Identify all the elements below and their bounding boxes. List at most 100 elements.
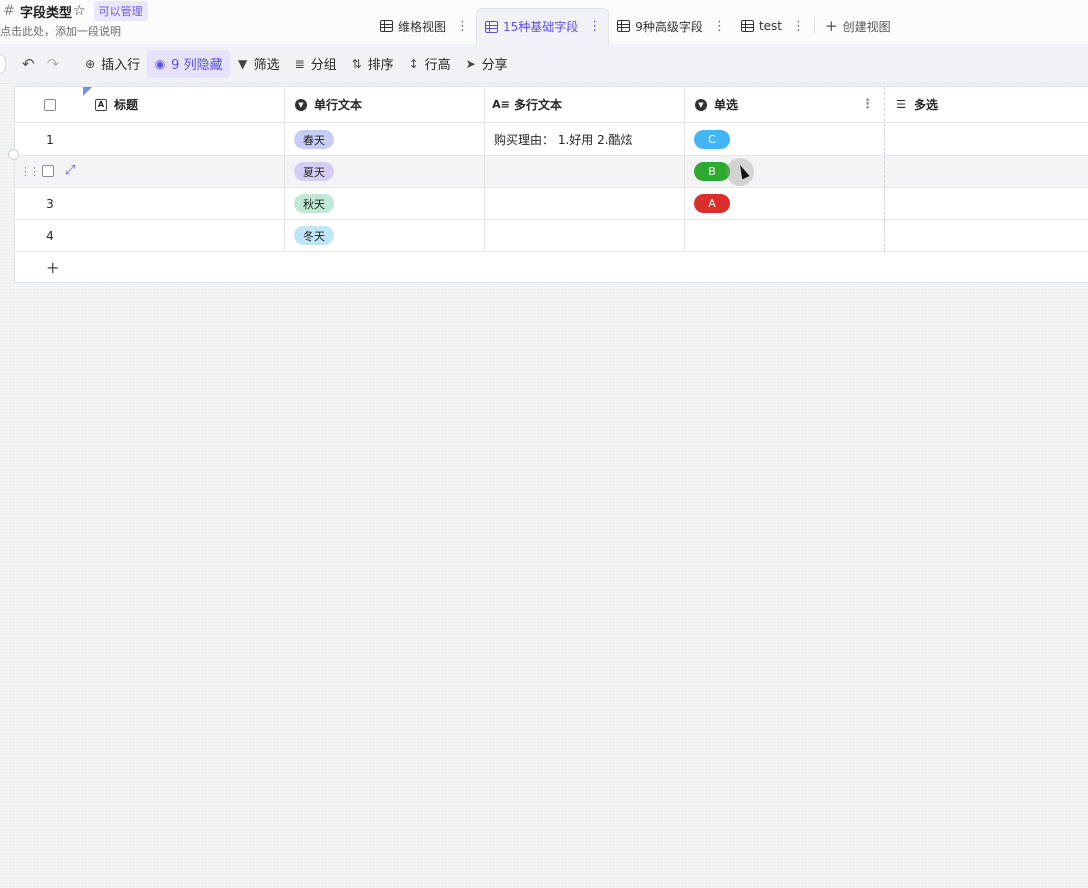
group-icon: ≣ bbox=[294, 56, 305, 71]
single-text-cell[interactable]: 春天 bbox=[285, 124, 485, 155]
tab-divider bbox=[813, 17, 815, 33]
row-height-label: 行高 bbox=[424, 58, 451, 73]
column-header-label: 单选 bbox=[714, 98, 739, 112]
title-cell[interactable] bbox=[85, 220, 285, 251]
tab-label: 15种基础字段 bbox=[503, 20, 579, 34]
filter-button[interactable]: ▼ 筛选 bbox=[230, 50, 287, 78]
table-row[interactable]: 1 春天 购买理由： 1.好用 2.酷炫 C bbox=[15, 124, 1088, 156]
tab-advanced-fields[interactable]: 9种高级字段 ⋮ bbox=[609, 8, 733, 44]
row-number: 3 bbox=[46, 196, 54, 211]
multi-select-cell[interactable] bbox=[885, 220, 1088, 251]
single-text-icon: ▼ bbox=[295, 98, 307, 111]
select-all-checkbox[interactable] bbox=[44, 98, 56, 111]
eye-icon: ◉ bbox=[154, 56, 166, 71]
column-header-single-text[interactable]: ▼ 单行文本 bbox=[285, 87, 485, 122]
multi-text-cell[interactable]: 购买理由： 1.好用 2.酷炫 bbox=[485, 124, 685, 155]
add-row-button[interactable]: + bbox=[15, 251, 1088, 283]
more-vertical-icon[interactable]: ⋮ bbox=[792, 19, 805, 34]
column-header-single-select[interactable]: ▼ 单选 ⋮ bbox=[685, 87, 885, 122]
single-text-cell[interactable]: 冬天 bbox=[285, 220, 485, 251]
column-header-multi-text[interactable]: A≡ 多行文本 bbox=[485, 87, 685, 122]
column-header-label: 标题 bbox=[114, 98, 139, 112]
datasheet-hash-icon: # bbox=[3, 3, 15, 19]
table-row[interactable]: 3 秋天 A bbox=[15, 188, 1088, 220]
title-cell[interactable] bbox=[85, 124, 285, 155]
single-select-cell[interactable] bbox=[685, 220, 885, 251]
single-text-cell[interactable]: 秋天 bbox=[285, 188, 485, 219]
insert-row-label: 插入行 bbox=[101, 58, 141, 73]
more-vertical-icon[interactable]: ⋮ bbox=[588, 19, 601, 34]
hidden-columns-button[interactable]: ◉ 9 列隐藏 bbox=[147, 49, 230, 78]
redo-button[interactable]: ↷ bbox=[41, 50, 66, 78]
undo-button[interactable]: ↶ bbox=[16, 50, 41, 78]
tab-test[interactable]: test ⋮ bbox=[733, 8, 812, 44]
multi-select-cell[interactable] bbox=[885, 124, 1088, 155]
expand-record-icon[interactable]: ⤢ bbox=[65, 163, 75, 178]
row-height-button[interactable]: ↕ 行高 bbox=[401, 50, 458, 78]
row-number: 1 bbox=[46, 132, 54, 147]
single-select-icon: ▼ bbox=[695, 98, 707, 111]
row-insert-handle[interactable] bbox=[8, 149, 19, 160]
star-icon[interactable]: ☆ bbox=[73, 3, 86, 19]
tab-label: 维格视图 bbox=[398, 19, 447, 34]
redo-icon: ↷ bbox=[46, 54, 60, 73]
sidebar-toggle-handle[interactable] bbox=[0, 54, 6, 74]
header-row: A 标题 ▼ 单行文本 A≡ 多行文本 ▼ 单选 ⋮ ☰ 多选 bbox=[15, 87, 1088, 123]
column-header-label: 单行文本 bbox=[314, 98, 363, 112]
tab-label: 9种高级字段 bbox=[635, 19, 703, 34]
create-view-label: 创建视图 bbox=[842, 19, 891, 34]
multiline-text-icon: A≡ bbox=[492, 98, 510, 111]
permission-badge: 可以管理 bbox=[93, 1, 148, 21]
insert-row-button[interactable]: ⊕ 插入行 bbox=[77, 50, 147, 78]
top-bar: # 字段类型 ☆ 可以管理 点击此处，添加一段说明 维格视图 ⋮ 15种基础字段… bbox=[0, 0, 1088, 44]
drag-handle-icon[interactable]: ⋮⋮ bbox=[20, 165, 40, 178]
column-header-label: 多行文本 bbox=[514, 98, 563, 112]
group-button[interactable]: ≣ 分组 bbox=[287, 50, 344, 78]
multi-text-cell[interactable] bbox=[485, 188, 685, 219]
multi-select-cell[interactable] bbox=[885, 156, 1088, 187]
doc-title-line: # 字段类型 ☆ 可以管理 bbox=[0, 1, 148, 21]
share-label: 分享 bbox=[481, 58, 508, 73]
sort-button[interactable]: ⇅ 排序 bbox=[344, 50, 401, 78]
row-height-icon: ↕ bbox=[408, 56, 419, 71]
multi-text-cell[interactable] bbox=[485, 220, 685, 251]
multi-text-cell[interactable] bbox=[485, 156, 685, 187]
view-toolbar: ↶ ↷ ⊕ 插入行 ◉ 9 列隐藏 ▼ 筛选 ≣ 分组 ⇅ 排序 ↕ 行高 ➤ … bbox=[0, 44, 1088, 84]
table-row[interactable]: ⋮⋮ ⤢ 夏天 B bbox=[15, 156, 1088, 188]
row-checkbox[interactable] bbox=[42, 165, 54, 177]
single-select-cell[interactable]: B bbox=[685, 156, 885, 187]
title-cell[interactable] bbox=[85, 188, 285, 219]
single-select-cell[interactable]: C bbox=[685, 124, 885, 155]
single-select-cell[interactable]: A bbox=[685, 188, 885, 219]
column-header-multi-select[interactable]: ☰ 多选 bbox=[885, 87, 1088, 122]
filter-icon: ▼ bbox=[237, 56, 248, 71]
tab-grid-view[interactable]: 维格视图 ⋮ bbox=[372, 8, 476, 44]
season-tag: 秋天 bbox=[294, 194, 334, 213]
sort-label: 排序 bbox=[367, 58, 394, 73]
single-text-cell[interactable]: 夏天 bbox=[285, 156, 485, 187]
hidden-columns-label: 9 列隐藏 bbox=[171, 58, 223, 73]
filter-label: 筛选 bbox=[253, 58, 280, 73]
grid-view-icon bbox=[485, 20, 499, 33]
more-vertical-icon[interactable]: ⋮ bbox=[713, 19, 726, 34]
create-view-button[interactable]: + 创建视图 bbox=[817, 8, 899, 44]
grid-view-icon bbox=[740, 20, 754, 32]
add-circle-icon: ⊕ bbox=[85, 56, 96, 71]
column-header-title[interactable]: A 标题 bbox=[85, 87, 285, 122]
doc-description[interactable]: 点击此处，添加一段说明 bbox=[0, 23, 121, 39]
multi-select-cell[interactable] bbox=[885, 188, 1088, 219]
multi-select-icon: ☰ bbox=[896, 98, 906, 111]
option-tag: C bbox=[694, 130, 730, 149]
tab-basic-fields[interactable]: 15种基础字段 ⋮ bbox=[476, 8, 610, 44]
share-button[interactable]: ➤ 分享 bbox=[458, 50, 515, 78]
more-vertical-icon[interactable]: ⋮ bbox=[456, 19, 469, 34]
tab-label: test bbox=[758, 19, 782, 33]
grid-table: A 标题 ▼ 单行文本 A≡ 多行文本 ▼ 单选 ⋮ ☰ 多选 1 春天 购买理… bbox=[14, 86, 1088, 283]
title-cell[interactable] bbox=[85, 156, 285, 187]
doc-title[interactable]: 字段类型 bbox=[20, 2, 72, 21]
season-tag: 夏天 bbox=[294, 162, 334, 181]
season-tag: 春天 bbox=[294, 130, 334, 149]
more-vertical-icon[interactable]: ⋮ bbox=[861, 97, 874, 112]
table-row[interactable]: 4 冬天 bbox=[15, 220, 1088, 252]
row-number: 4 bbox=[46, 228, 54, 243]
